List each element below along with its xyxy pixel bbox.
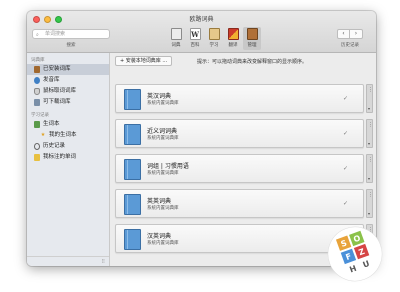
book-icon [124, 124, 141, 145]
search-label: 搜索 [66, 43, 76, 48]
dictionary-card[interactable]: 近义词词典 系统内置词典库 ✓ [115, 119, 364, 148]
drag-handle-icon: ⋮ [368, 192, 373, 198]
wikipedia-icon: W [189, 28, 201, 40]
download-icon [34, 99, 40, 106]
drag-handle[interactable]: ⋮ ▾ [366, 154, 373, 183]
dictionary-desc: 系统内置词典库 [147, 171, 179, 176]
drag-handle[interactable]: ⋮ ▾ [366, 84, 373, 113]
book-icon [124, 194, 141, 215]
toolbar-wikipedia-label: 百科 [190, 43, 200, 48]
dictionary-name: 词组 | 习惯用语 [147, 163, 189, 170]
forward-button[interactable]: › [350, 29, 363, 39]
drag-handle[interactable]: ⋮ ▾ [366, 119, 373, 148]
drag-handle-icon: ⋮ [368, 157, 373, 163]
dictionary-card[interactable]: 词组 | 习惯用语 系统内置词典库 ✓ [115, 154, 364, 183]
dictionary-desc: 系统内置词典库 [147, 241, 179, 246]
dictionary-icon [170, 28, 182, 40]
sidebar-item-installed[interactable]: 已安装词库 [27, 64, 109, 75]
toolbar-translate-label: 翻译 [228, 43, 238, 48]
chevron-down-icon: ▾ [368, 106, 371, 111]
sidebar-item-pronunciation[interactable]: 发音库 [27, 75, 109, 86]
sidebar-item-label: 我的生词本 [49, 132, 77, 138]
mouse-icon [34, 88, 40, 95]
sidebar-item-label: 已安装词库 [43, 66, 71, 72]
notebook-icon [34, 121, 40, 128]
toolbar-learn-label: 学习 [209, 43, 219, 48]
toolbar-dictionary-label: 词典 [171, 43, 181, 48]
star-icon: ★ [40, 132, 46, 138]
book-icon [124, 159, 141, 180]
sidebar-item-my-wordbook[interactable]: ★ 我的生词本 [27, 130, 109, 141]
history-nav: ‹ › [337, 29, 363, 39]
translate-icon [227, 28, 239, 40]
dictionary-name: 英英词典 [147, 198, 172, 205]
learn-icon [208, 28, 220, 40]
dictionary-card[interactable]: 英英词典 系统内置词典库 ✓ [115, 189, 364, 218]
sidebar-item-highlighted[interactable]: 我标注的单词 [27, 152, 109, 163]
sidebar-item-label: 生词本 [43, 121, 60, 127]
sidebar-item-label: 我标注的单词 [43, 154, 77, 160]
book-icon [124, 89, 141, 110]
enabled-check-icon[interactable]: ✓ [343, 165, 348, 172]
toolbar-dictionary-button[interactable]: 词典 [167, 27, 185, 50]
search-icon: ⌕ [36, 32, 39, 38]
sidebar-item-label: 可下载词库 [43, 99, 71, 105]
dictionary-desc: 系统内置词典库 [147, 101, 179, 106]
toolbar-learn-button[interactable]: 学习 [205, 27, 223, 50]
dictionary-name: 英汉词典 [147, 93, 172, 100]
highlight-icon [34, 154, 40, 161]
drag-handle-icon: ⋮ [368, 87, 373, 93]
clock-icon [34, 143, 40, 150]
chevron-down-icon: ▾ [368, 176, 371, 181]
search-placeholder: 单词搜索 [45, 31, 66, 37]
sofzhu-logo: S O F Z H U [327, 226, 383, 282]
dictionary-name: 近义词词典 [147, 128, 178, 135]
dictionary-desc: 系统内置词典库 [147, 206, 179, 211]
sidebar-item-downloadable[interactable]: 可下载词库 [27, 97, 109, 108]
history-label: 历史记录 [341, 43, 359, 48]
title-bar: 欧路词典 ⌕ 单词搜索 搜索 词典 W 百科 学习 翻译 管理 ‹ › 历史记录 [27, 11, 376, 53]
chevron-down-icon: ▾ [368, 141, 371, 146]
search-input[interactable]: ⌕ 单词搜索 [32, 29, 110, 39]
sidebar: 词典库 已安装词库 发音库 鼠标取词词库 可下载词库 学习记录 生词本 ★ 我的… [27, 53, 110, 266]
book-icon [124, 229, 141, 250]
sidebar-item-label: 鼠标取词词库 [43, 88, 77, 94]
drag-handle-icon: ⋮ [368, 122, 373, 128]
sidebar-item-wordbook[interactable]: 生词本 [27, 119, 109, 130]
enabled-check-icon[interactable]: ✓ [343, 130, 348, 137]
chevron-down-icon: ▾ [368, 211, 371, 216]
dictionary-name: 汉英词典 [147, 233, 172, 240]
back-button[interactable]: ‹ [337, 29, 350, 39]
manage-icon [246, 28, 258, 40]
sidebar-section-header: 学习记录 [31, 113, 49, 118]
hint-text: 提示：可以拖动词典来改变解释窗口的显示顺序。 [197, 59, 308, 65]
toolbar-manage-label: 管理 [247, 43, 257, 48]
dictionary-desc: 系统内置词典库 [147, 136, 179, 141]
sidebar-footer: ⠿ [27, 256, 109, 266]
sidebar-item-label: 发音库 [43, 77, 60, 83]
enabled-check-icon[interactable]: ✓ [343, 95, 348, 102]
toolbar-translate-button[interactable]: 翻译 [224, 27, 242, 50]
enabled-check-icon[interactable]: ✓ [343, 200, 348, 207]
sidebar-section-header: 词典库 [31, 58, 45, 63]
sidebar-item-mouse-lookup[interactable]: 鼠标取词词库 [27, 86, 109, 97]
install-local-dictionary-button[interactable]: + 安装本地词典库 ... [115, 56, 173, 66]
toolbar-manage-button[interactable]: 管理 [243, 27, 261, 50]
resize-grip-icon[interactable]: ⠿ [101, 259, 105, 265]
sidebar-item-history[interactable]: 历史记录 [27, 141, 109, 152]
window-title: 欧路词典 [189, 16, 214, 23]
toolbar: 词典 W 百科 学习 翻译 管理 [167, 27, 261, 50]
app-window: 欧路词典 ⌕ 单词搜索 搜索 词典 W 百科 学习 翻译 管理 ‹ › 历史记录… [27, 11, 376, 266]
library-icon [34, 66, 40, 73]
toolbar-wikipedia-button[interactable]: W 百科 [186, 27, 204, 50]
sidebar-item-label: 历史记录 [43, 143, 66, 149]
speaker-icon [34, 77, 40, 84]
dictionary-card[interactable]: 英汉词典 系统内置词典库 ✓ [115, 84, 364, 113]
drag-handle[interactable]: ⋮ ▾ [366, 189, 373, 218]
